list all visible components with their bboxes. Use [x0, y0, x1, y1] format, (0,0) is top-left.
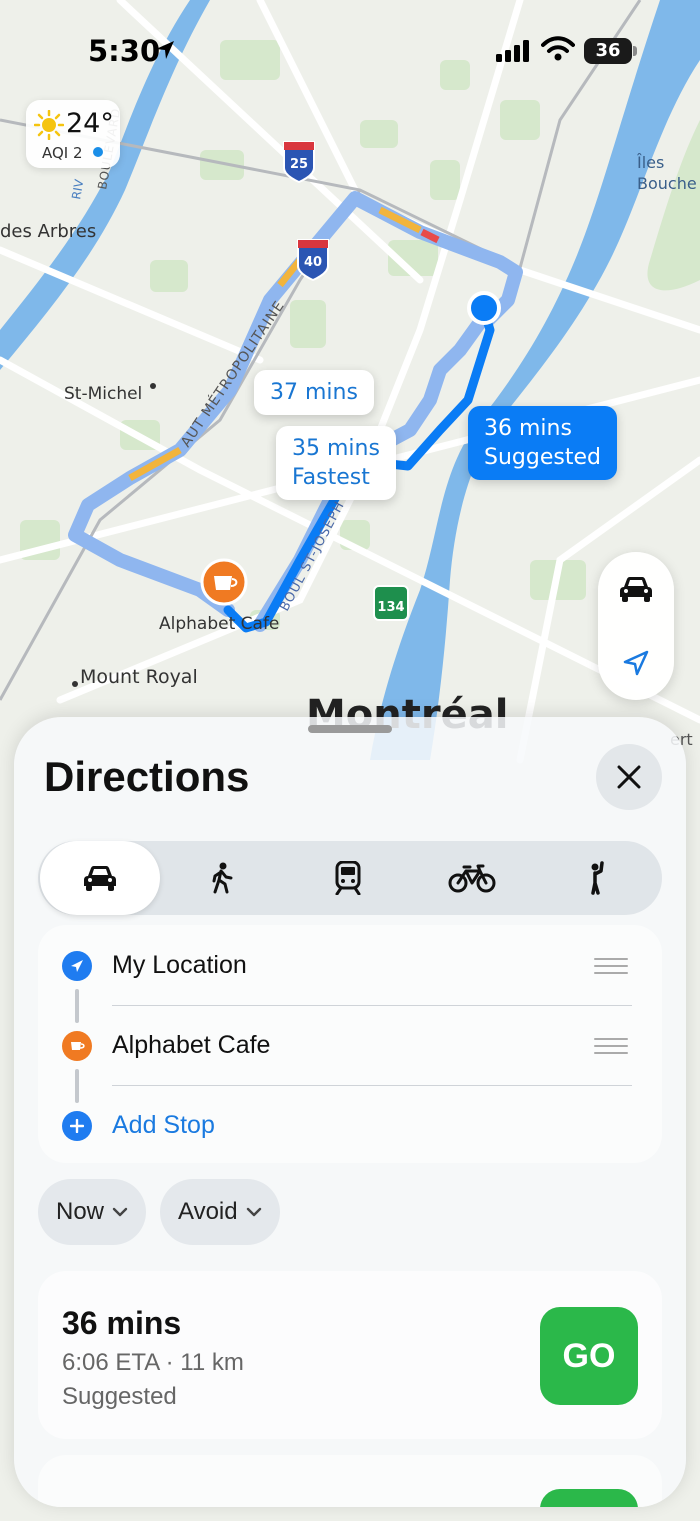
stop-origin[interactable]: My Location	[38, 925, 662, 1003]
mode-drive[interactable]	[40, 841, 160, 915]
status-bar: 5:30 36	[0, 0, 700, 100]
weather-widget[interactable]: 24° AQI 2	[26, 100, 120, 168]
route-bubble-tag: Fastest	[292, 465, 370, 490]
mode-walk[interactable]	[162, 841, 282, 915]
cafe-icon	[62, 1031, 92, 1061]
chevron-down-icon	[112, 1207, 128, 1217]
go-button-next[interactable]	[540, 1489, 638, 1507]
route-option-card[interactable]: 36 mins 6:06 ETA · 11 km Suggested GO	[38, 1271, 662, 1439]
depart-time-label: Now	[56, 1198, 105, 1225]
route-bubble-duration: 35 mins	[292, 436, 380, 461]
mount-royal-dot	[72, 681, 78, 687]
close-button[interactable]	[596, 744, 662, 810]
battery-nub	[633, 46, 637, 56]
bicycle-icon	[448, 864, 496, 893]
map-label-alphabet-cafe: Alphabet Cafe	[159, 614, 280, 634]
svg-text:134: 134	[377, 600, 404, 615]
route-eta-distance: 6:06 ETA · 11 km	[62, 1349, 244, 1376]
status-time: 5:30	[88, 34, 161, 68]
shield-40-icon: 40	[297, 239, 329, 282]
weather-aqi: AQI 2	[42, 144, 83, 162]
sheet-grabber[interactable]	[308, 725, 392, 733]
go-button[interactable]: GO	[540, 1307, 638, 1405]
route-bubble-36-mins[interactable]: 36 mins Suggested	[468, 406, 617, 480]
cafe-pin[interactable]	[200, 558, 248, 606]
transport-mode-selector	[38, 841, 662, 915]
reorder-handle-icon[interactable]	[594, 958, 628, 979]
reorder-handle-icon[interactable]	[594, 1038, 628, 1059]
track-location-button[interactable]	[598, 626, 674, 700]
weather-temperature: 24°	[66, 108, 114, 139]
map-label-st-michel: St-Michel	[64, 384, 143, 404]
mode-cycle[interactable]	[412, 841, 532, 915]
route-bubble-tag: Suggested	[484, 445, 601, 470]
route-bubble-duration: 36 mins	[484, 416, 572, 441]
depart-time-dropdown[interactable]: Now	[38, 1179, 147, 1245]
sun-icon	[34, 110, 64, 140]
car-icon	[620, 577, 652, 602]
person-hailing-icon	[591, 861, 604, 895]
current-location-dot	[467, 291, 501, 325]
svg-text:40: 40	[304, 255, 322, 270]
stop-label: My Location	[112, 951, 247, 979]
cellular-signal-icon	[496, 40, 529, 62]
location-arrow-icon	[623, 650, 649, 676]
route-tag: Suggested	[62, 1383, 177, 1410]
shield-134-icon: 134	[373, 585, 409, 621]
avoid-label: Avoid	[178, 1198, 238, 1225]
origin-icon	[62, 951, 92, 981]
shield-25-icon: 25	[283, 141, 315, 184]
train-icon	[335, 861, 361, 895]
route-bubble-35-mins[interactable]: 35 mins Fastest	[276, 426, 396, 500]
sheet-title: Directions	[44, 753, 250, 800]
chevron-down-icon	[246, 1207, 261, 1217]
stop-destination[interactable]: Alphabet Cafe	[38, 1005, 662, 1083]
wifi-icon	[541, 36, 575, 61]
walking-icon	[212, 862, 233, 894]
mode-ride[interactable]	[538, 841, 658, 915]
battery-level: 36	[584, 38, 632, 64]
route-bubble-duration: 37 mins	[270, 380, 358, 405]
aqi-status-dot	[93, 147, 103, 157]
svg-text:25: 25	[290, 157, 308, 172]
st-michel-dot	[150, 383, 156, 389]
map-label-des-arbres: des Arbres	[0, 221, 97, 242]
route-option-card-next[interactable]	[38, 1455, 662, 1507]
add-stop-label: Add Stop	[112, 1111, 215, 1139]
car-icon	[84, 866, 116, 891]
map-label-iles-boucherville: Îles Bouche	[637, 153, 697, 193]
location-services-icon	[156, 41, 174, 59]
avoid-dropdown[interactable]: Avoid	[160, 1179, 280, 1245]
map-mode-button[interactable]	[598, 552, 674, 626]
mode-transit[interactable]	[288, 841, 408, 915]
plus-icon	[62, 1111, 92, 1141]
stop-label: Alphabet Cafe	[112, 1031, 271, 1059]
close-icon	[617, 765, 641, 789]
directions-sheet: Directions My Location Alphabet Cafe Add…	[14, 717, 686, 1507]
map-controls	[598, 552, 674, 700]
route-stops-list: My Location Alphabet Cafe Add Stop	[38, 925, 662, 1163]
add-stop-button[interactable]: Add Stop	[38, 1085, 662, 1163]
map-label-mount-royal: Mount Royal	[80, 666, 198, 688]
route-bubble-37-mins[interactable]: 37 mins	[254, 370, 374, 415]
route-duration: 36 mins	[62, 1305, 182, 1341]
